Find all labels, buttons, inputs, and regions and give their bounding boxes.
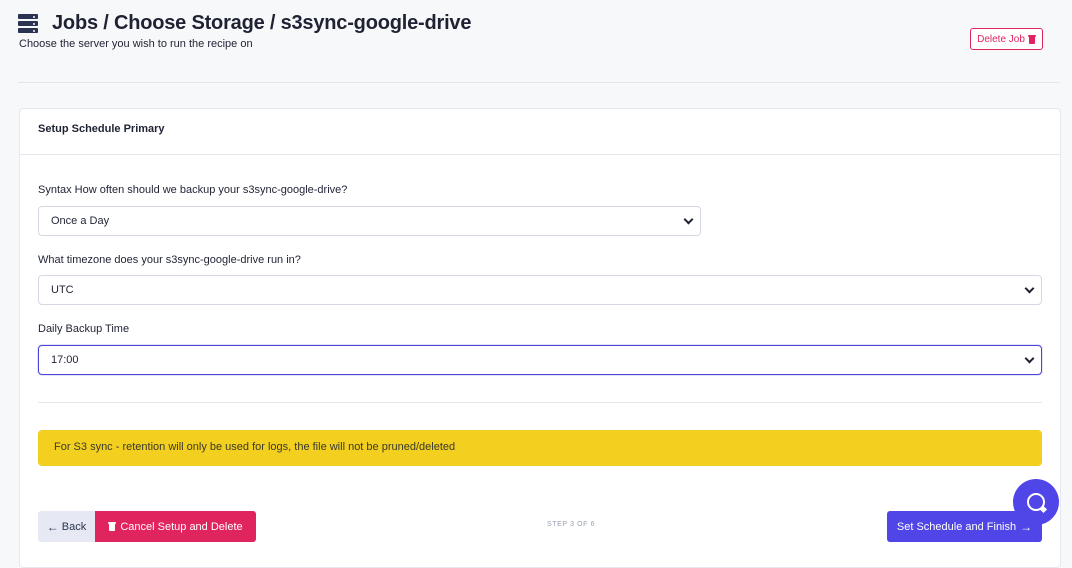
schedule-card: Setup Schedule Primary Syntax How often … — [19, 108, 1061, 568]
back-button[interactable]: ← Back — [38, 511, 95, 542]
delete-job-button[interactable]: Delete Job — [970, 28, 1043, 50]
frequency-select[interactable]: Once a Day — [38, 206, 701, 236]
delete-job-label: Delete Job — [977, 33, 1025, 45]
backup-time-label: Daily Backup Time — [38, 323, 130, 335]
cancel-setup-button[interactable]: Cancel Setup and Delete — [95, 511, 256, 542]
frequency-label: Syntax How often should we backup your s… — [38, 184, 348, 196]
step-indicator: STEP 3 OF 6 — [547, 521, 596, 528]
backup-time-select[interactable]: 17:00 — [38, 345, 1042, 375]
back-label: Back — [61, 520, 87, 533]
retention-notice: For S3 sync - retention will only be use… — [38, 430, 1042, 466]
chevron-down-icon — [684, 216, 692, 224]
arrow-left-icon: ← — [46, 519, 59, 534]
backup-time-value: 17:00 — [51, 354, 79, 366]
trash-icon — [108, 522, 117, 531]
chevron-down-icon — [1025, 355, 1033, 363]
trash-icon — [1027, 34, 1036, 44]
header-divider — [18, 82, 1060, 83]
card-title: Setup Schedule Primary — [20, 109, 1060, 155]
section-divider — [38, 402, 1042, 403]
server-icon — [18, 14, 38, 34]
page-subtitle: Choose the server you wish to run the re… — [19, 38, 253, 50]
finish-label: Set Schedule and Finish — [896, 520, 1017, 533]
timezone-label: What timezone does your s3sync-google-dr… — [38, 254, 301, 266]
chat-icon — [1027, 493, 1045, 511]
page-title: Jobs / Choose Storage / s3sync-google-dr… — [52, 12, 472, 34]
timezone-select[interactable]: UTC — [38, 275, 1042, 305]
frequency-value: Once a Day — [51, 215, 110, 227]
chevron-down-icon — [1025, 285, 1033, 293]
cancel-label: Cancel Setup and Delete — [120, 520, 243, 533]
timezone-value: UTC — [51, 284, 74, 296]
chat-launcher-button[interactable] — [1013, 479, 1059, 525]
page-header: Jobs / Choose Storage / s3sync-google-dr… — [18, 10, 1062, 70]
